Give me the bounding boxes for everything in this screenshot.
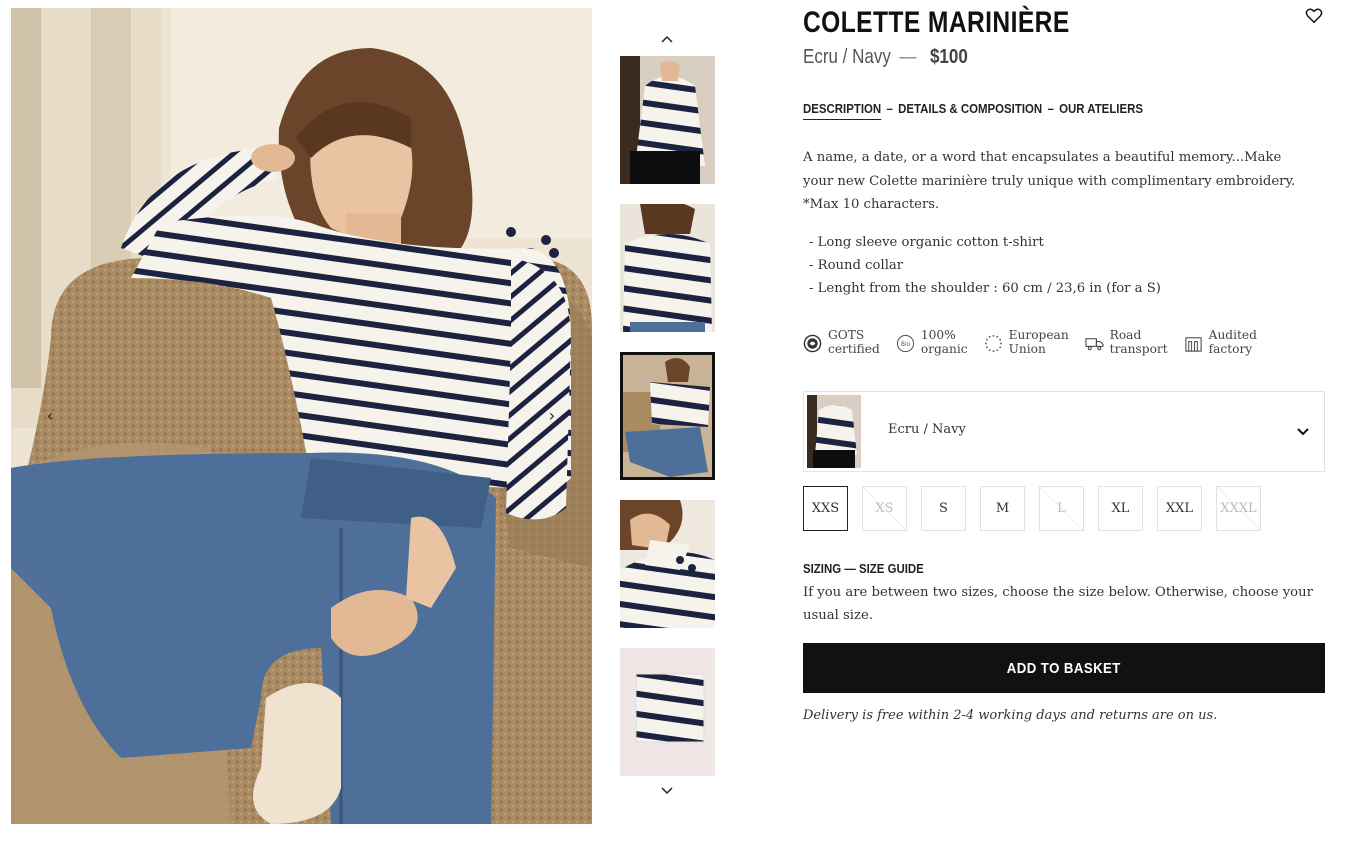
tab-separator: – (886, 101, 893, 116)
thumbnail-1[interactable] (620, 56, 715, 184)
size-option-xxxl[interactable]: XXXL (1216, 486, 1261, 531)
next-image-button[interactable]: › (541, 404, 563, 426)
badge-line: European (1008, 328, 1069, 342)
badge-line: factory (1208, 342, 1253, 356)
size-option-xs[interactable]: XS (862, 486, 907, 531)
sizing-label: SIZING (803, 561, 842, 576)
info-tabs: DESCRIPTION – DETAILS & COMPOSITION – OU… (803, 101, 1143, 120)
feature-item: Long sleeve organic cotton t-shirt (809, 231, 1161, 254)
product-details-panel: COLETTE MARINIÈRE Ecru / Navy — $100 DESCR… (803, 0, 1325, 846)
colorway-label: Ecru / Navy (803, 46, 891, 68)
size-option-m[interactable]: M (980, 486, 1025, 531)
thumbnail-4[interactable] (620, 500, 715, 628)
description-paragraph: A name, a date, or a word that encapsula… (803, 150, 1296, 189)
thumbnail-5[interactable] (620, 648, 715, 776)
sizing-advice: If you are between two sizes, choose the… (803, 585, 1313, 623)
wishlist-heart-icon[interactable] (1305, 7, 1325, 27)
badge-line: organic (920, 342, 968, 356)
price: $100 (929, 46, 968, 68)
main-product-image: ‹ › (11, 8, 592, 824)
badge-eu: European Union (984, 328, 1069, 356)
size-option-xl[interactable]: XL (1098, 486, 1143, 531)
svg-text:Bio: Bio (901, 342, 910, 348)
feature-list: Long sleeve organic cotton t-shirt Round… (809, 231, 1161, 300)
size-option-s[interactable]: S (921, 486, 966, 531)
badge-line: certified (828, 342, 880, 356)
badge-line: Road (1109, 328, 1142, 342)
badge-gots: GOTS certified (803, 328, 880, 356)
price-line: Ecru / Navy — $100 (803, 46, 968, 69)
delivery-info: Delivery is free within 2-4 working days… (803, 708, 1218, 723)
certification-badges: GOTS certified Bio 100% organic European Un… (803, 328, 1325, 356)
color-dropdown[interactable]: Ecru / Navy (803, 391, 1325, 472)
thumbnail-3[interactable] (620, 352, 715, 480)
description-note: *Max 10 characters. (803, 197, 940, 212)
selected-color-label: Ecru / Navy (888, 422, 966, 437)
sizing-heading: SIZING — SIZE GUIDE (803, 561, 924, 576)
thumbnail-2[interactable] (620, 204, 715, 332)
sizing-dash: — (844, 561, 856, 576)
tab-details-composition[interactable]: DETAILS & COMPOSITION (898, 101, 1042, 120)
truck-icon (1085, 338, 1104, 351)
price-separator: — (899, 46, 917, 68)
add-to-basket-label: ADD TO BASKET (1006, 659, 1122, 677)
tab-separator: – (1047, 101, 1054, 116)
badge-line: Audited (1208, 328, 1257, 342)
description-text: A name, a date, or a word that encapsula… (803, 146, 1313, 217)
size-option-xxs[interactable]: XXS (803, 486, 848, 531)
product-title: COLETTE MARINIÈRE (803, 6, 1070, 39)
feature-item: Lenght from the shoulder : 60 cm / 23,6 … (809, 277, 1161, 300)
main-photo-illustration (11, 8, 592, 824)
badge-line: transport (1109, 342, 1168, 356)
size-guide-link[interactable]: SIZE GUIDE (859, 561, 924, 576)
prev-image-button[interactable]: ‹ (39, 404, 61, 426)
tab-our-ateliers[interactable]: OUR ATELIERS (1059, 101, 1143, 120)
tab-description[interactable]: DESCRIPTION (803, 101, 882, 120)
badge-line: 100% (920, 328, 956, 342)
feature-item: Round collar (809, 254, 1161, 277)
badge-line: GOTS (828, 328, 865, 342)
gots-icon (803, 334, 822, 353)
chevron-down-icon (1297, 428, 1309, 436)
bio-icon: Bio (896, 334, 914, 353)
color-swatch-thumbnail (807, 395, 861, 468)
badge-factory: Audited factory (1184, 328, 1257, 356)
size-option-l[interactable]: L (1039, 486, 1084, 531)
thumbs-down-icon[interactable] (656, 780, 678, 802)
badge-line: Union (1008, 342, 1046, 356)
add-to-basket-button[interactable]: ADD TO BASKET (803, 643, 1325, 693)
size-option-xxl[interactable]: XXL (1157, 486, 1202, 531)
size-selector: XXS XS S M L XL XXL XXXL (803, 486, 1261, 531)
thumbnail-strip (620, 30, 716, 810)
badge-organic: Bio 100% organic (896, 328, 968, 356)
badge-transport: Road transport (1085, 328, 1168, 356)
factory-icon (1185, 337, 1202, 352)
eu-stars-icon (984, 334, 1002, 353)
